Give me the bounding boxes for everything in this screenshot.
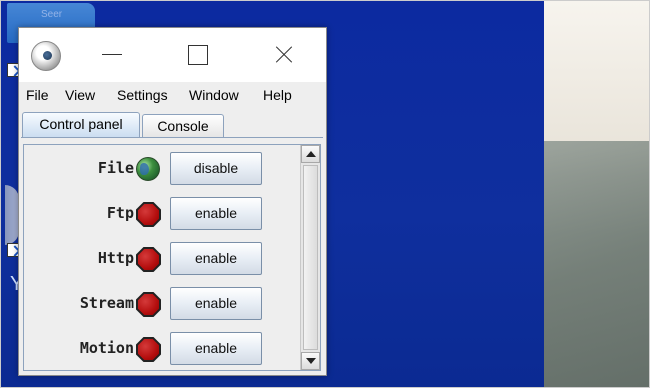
menu-window[interactable]: Window [189,87,239,103]
title-bar[interactable] [19,28,326,82]
service-label: Stream [79,294,134,312]
service-label: File [97,159,134,177]
service-row-motion: Motion enable [24,327,300,371]
menu-help[interactable]: Help [263,87,292,103]
tab-console[interactable]: Console [142,114,224,138]
service-row-stream: Stream enable [24,282,300,326]
scrollbar-thumb[interactable] [303,165,318,350]
service-row-file: File disable [24,147,300,191]
service-row-ftp: Ftp enable [24,192,300,236]
disable-button[interactable]: disable [170,152,262,185]
menu-view[interactable]: View [65,87,95,103]
stop-icon [136,247,161,272]
desktop-folder-label: Seer [41,9,63,20]
menu-file[interactable]: File [26,87,49,103]
enable-button[interactable]: enable [170,287,262,320]
tab-control-panel[interactable]: Control panel [22,112,140,138]
minimize-button[interactable] [97,40,127,70]
scroll-down-arrow-icon[interactable] [301,352,320,370]
app-window: File View Settings Window Help Control p… [18,27,327,376]
menu-bar: File View Settings Window Help [19,84,326,108]
close-button[interactable] [269,40,299,70]
screen: Seer Y File View Settings Window Help Co… [0,0,650,388]
service-row-http: Http enable [24,237,300,281]
enable-button[interactable]: enable [170,197,262,230]
service-list: File disable Ftp enable Http enable Stre… [24,145,300,370]
webcam-app-icon [31,41,61,71]
wallpaper-shadow [544,141,649,387]
tab-bar: Control panel Console [19,112,326,138]
stop-icon [136,292,161,317]
vertical-scrollbar[interactable] [300,145,320,370]
menu-settings[interactable]: Settings [117,87,168,103]
desktop-icon-partial[interactable] [5,185,19,245]
tab-divider [21,137,323,138]
stop-icon [136,337,161,362]
service-label: Motion [79,339,134,357]
enable-button[interactable]: enable [170,242,262,275]
service-label: Ftp [106,204,134,222]
globe-icon [136,157,160,181]
maximize-button[interactable] [183,40,213,70]
enable-button[interactable]: enable [170,332,262,365]
service-label: Http [97,249,134,267]
control-panel: File disable Ftp enable Http enable Stre… [23,144,321,371]
stop-icon [136,202,161,227]
scroll-up-arrow-icon[interactable] [301,145,320,163]
